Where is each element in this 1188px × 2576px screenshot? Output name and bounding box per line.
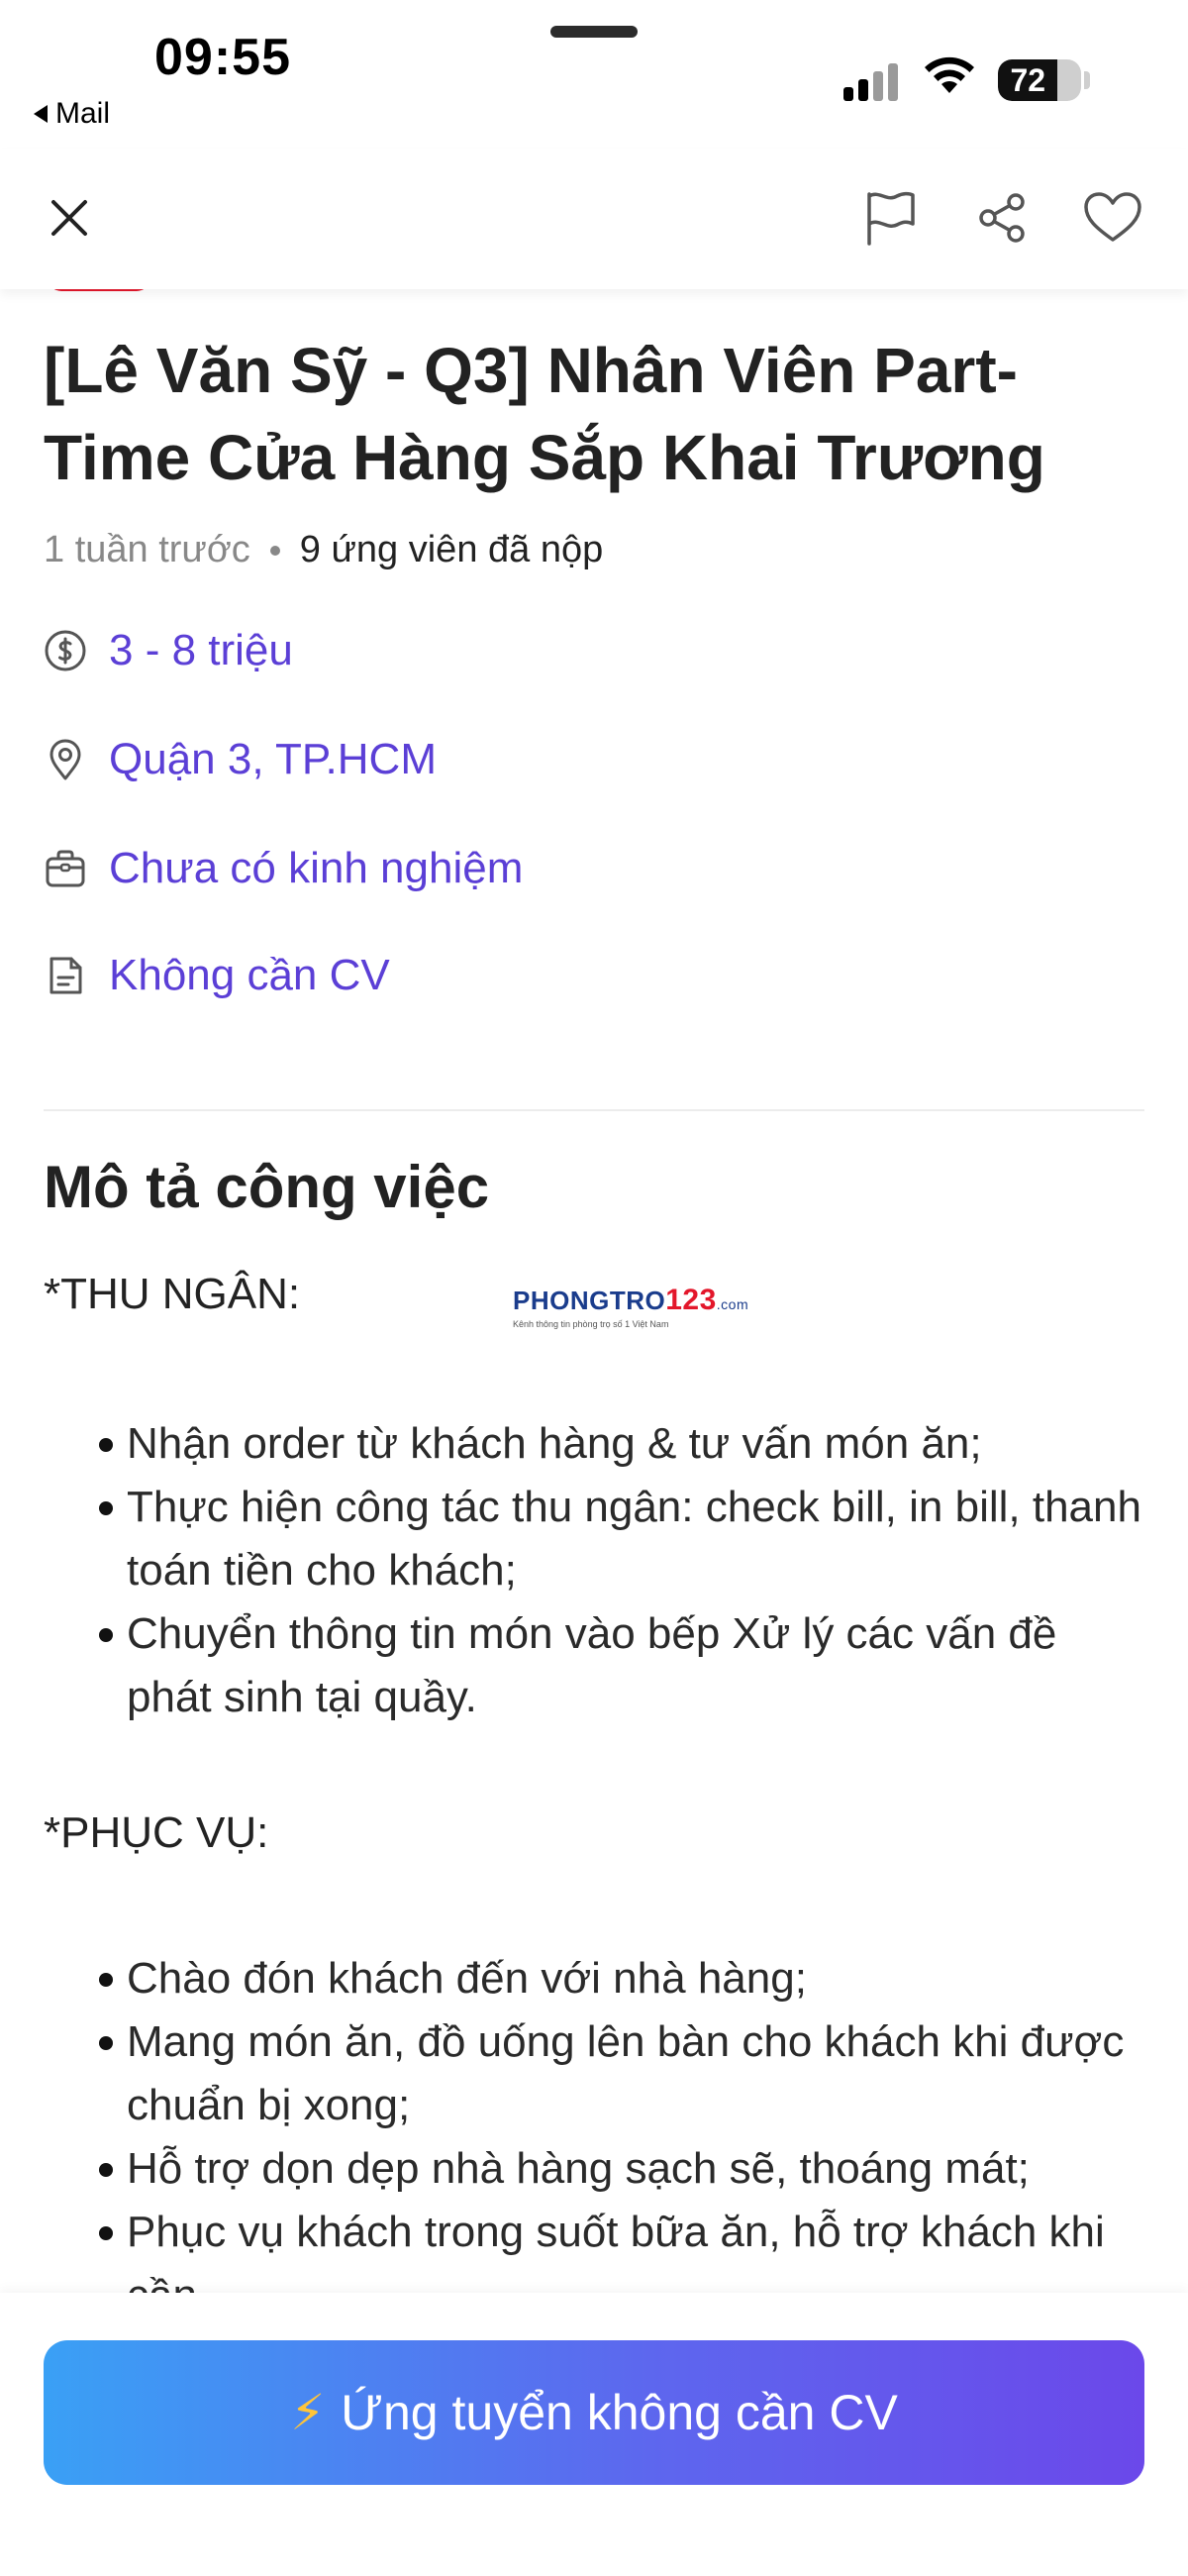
watermark-number: 123 — [665, 1284, 717, 1316]
list-item: Chào đón khách đến với nhà hàng; — [99, 1947, 1148, 2010]
job-detail-content[interactable]: [Lê Văn Sỹ - Q3] Nhân Viên Part-Time Cửa… — [0, 289, 1188, 2293]
list-item: Nhận order từ khách hàng & tư vấn món ăn… — [99, 1412, 1148, 1476]
apply-button-label: Ứng tuyển không cần CV — [341, 2385, 898, 2440]
dynamic-island-pill — [550, 26, 638, 38]
close-button[interactable] — [30, 178, 109, 258]
section-divider — [44, 1109, 1144, 1111]
list-item: Hỗ trợ dọn dẹp nhà hàng sạch sẽ, thoáng … — [99, 2137, 1148, 2201]
hot-badge-edge — [48, 289, 150, 291]
description-section-title: Mô tả công việc — [44, 1154, 490, 1220]
briefcase-icon — [44, 847, 87, 890]
cashier-heading: *THU NGÂN: — [44, 1270, 301, 1318]
cashier-duties-list: Nhận order từ khách hàng & tư vấn món ăn… — [99, 1412, 1148, 1729]
watermark-domain: .com — [716, 1296, 749, 1312]
applicant-count: 9 ứng viên đã nộp — [299, 529, 604, 570]
favorite-button[interactable] — [1073, 178, 1152, 258]
salary-row: 3 - 8 triệu — [44, 626, 293, 675]
job-meta: 1 tuần trước 9 ứng viên đã nộp — [44, 529, 603, 571]
job-title: [Lê Văn Sỹ - Q3] Nhân Viên Part-Time Cửa… — [44, 335, 1045, 493]
service-heading: *PHỤC VỤ: — [44, 1808, 269, 1857]
meta-separator — [269, 545, 280, 556]
service-duties-list: Chào đón khách đến với nhà hàng; Mang mó… — [99, 1947, 1148, 2293]
back-to-mail-link[interactable]: Mail — [34, 97, 110, 131]
heart-icon — [1084, 192, 1141, 242]
nav-bar — [0, 149, 1188, 289]
experience-value: Chưa có kinh nghiệm — [109, 844, 524, 892]
watermark-brand: PHONGTRO — [513, 1286, 666, 1315]
back-triangle-icon — [34, 105, 48, 123]
cellular-signal-icon — [843, 61, 898, 101]
experience-row: Chưa có kinh nghiệm — [44, 844, 523, 893]
location-row: Quận 3, TP.HCM — [44, 735, 437, 784]
location-pin-icon — [44, 738, 87, 781]
share-button[interactable] — [962, 178, 1041, 258]
bottom-action-bar: ⚡ Ứng tuyển không cần CV — [0, 2293, 1188, 2576]
status-time: 09:55 — [154, 29, 291, 86]
battery-indicator: 72 — [998, 59, 1081, 101]
document-icon — [44, 954, 87, 997]
watermark-tagline: Kênh thông tin phòng trọ số 1 Việt Nam — [513, 1319, 669, 1329]
cv-requirement-value: Không cần CV — [109, 951, 390, 999]
back-app-label: Mail — [55, 97, 111, 130]
list-item: Mang món ăn, đồ uống lên bàn cho khách k… — [99, 2010, 1148, 2137]
list-item: Phục vụ khách trong suốt bữa ăn, hỗ trợ … — [99, 2201, 1148, 2293]
apply-without-cv-button[interactable]: ⚡ Ứng tuyển không cần CV — [44, 2340, 1144, 2485]
list-item: Chuyển thông tin món vào bếp Xử lý các v… — [99, 1602, 1148, 1729]
report-button[interactable] — [851, 178, 931, 258]
dollar-icon — [44, 629, 87, 672]
cv-requirement-row: Không cần CV — [44, 951, 390, 1000]
status-bar: 09:55 Mail 72 — [0, 0, 1188, 149]
share-icon — [979, 193, 1025, 243]
wifi-icon — [921, 53, 978, 102]
close-icon — [51, 200, 87, 236]
location-value: Quận 3, TP.HCM — [109, 735, 437, 783]
phongtro123-watermark-logo: PHONGTRO123.com Kênh thông tin phòng trọ… — [513, 1284, 748, 1329]
salary-value: 3 - 8 triệu — [109, 626, 293, 674]
flag-icon — [867, 191, 915, 246]
list-item: Thực hiện công tác thu ngân: check bill,… — [99, 1476, 1148, 1602]
battery-cap — [1084, 71, 1090, 89]
battery-percent: 72 — [1010, 61, 1046, 98]
lightning-icon: ⚡ — [290, 2385, 326, 2440]
posted-time: 1 tuần trước — [44, 529, 250, 570]
